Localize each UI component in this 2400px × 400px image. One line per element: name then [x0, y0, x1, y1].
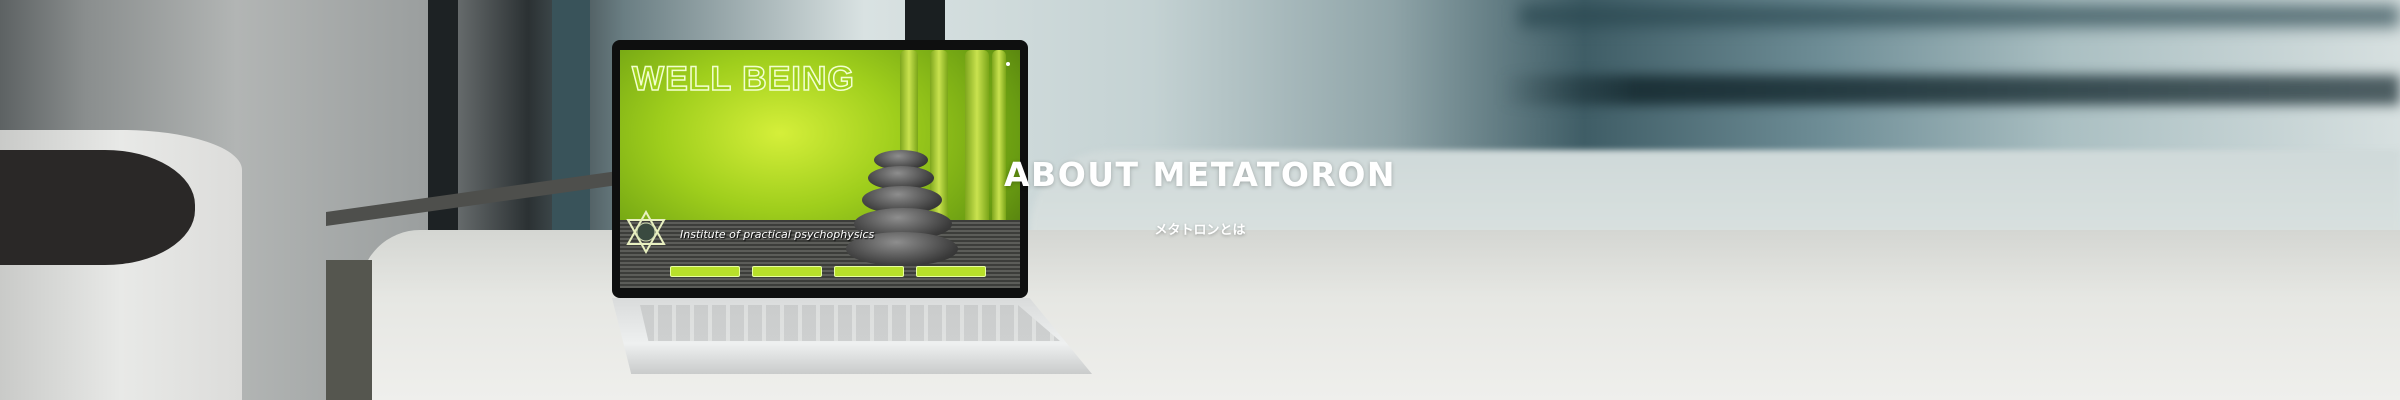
bamboo-stalk	[965, 50, 989, 240]
background-blur-band	[1520, 5, 2400, 27]
background-blur-band	[1500, 75, 2400, 105]
background-armrest-post	[326, 260, 372, 400]
screen-button[interactable]	[752, 266, 822, 277]
screen-indicator-dot	[1006, 62, 1010, 66]
page-title: ABOUT METATORON	[1004, 155, 1396, 194]
hero-banner: WELL BEING Institute of practical psycho…	[0, 0, 2400, 400]
screen-button[interactable]	[670, 266, 740, 277]
screen-button-row	[670, 266, 986, 277]
screen-title: WELL BEING	[631, 59, 855, 99]
screen-button[interactable]	[834, 266, 904, 277]
screen-button[interactable]	[916, 266, 986, 277]
laptop-keyboard	[640, 305, 1060, 341]
page-subtitle: メタトロンとは	[1154, 223, 1246, 238]
